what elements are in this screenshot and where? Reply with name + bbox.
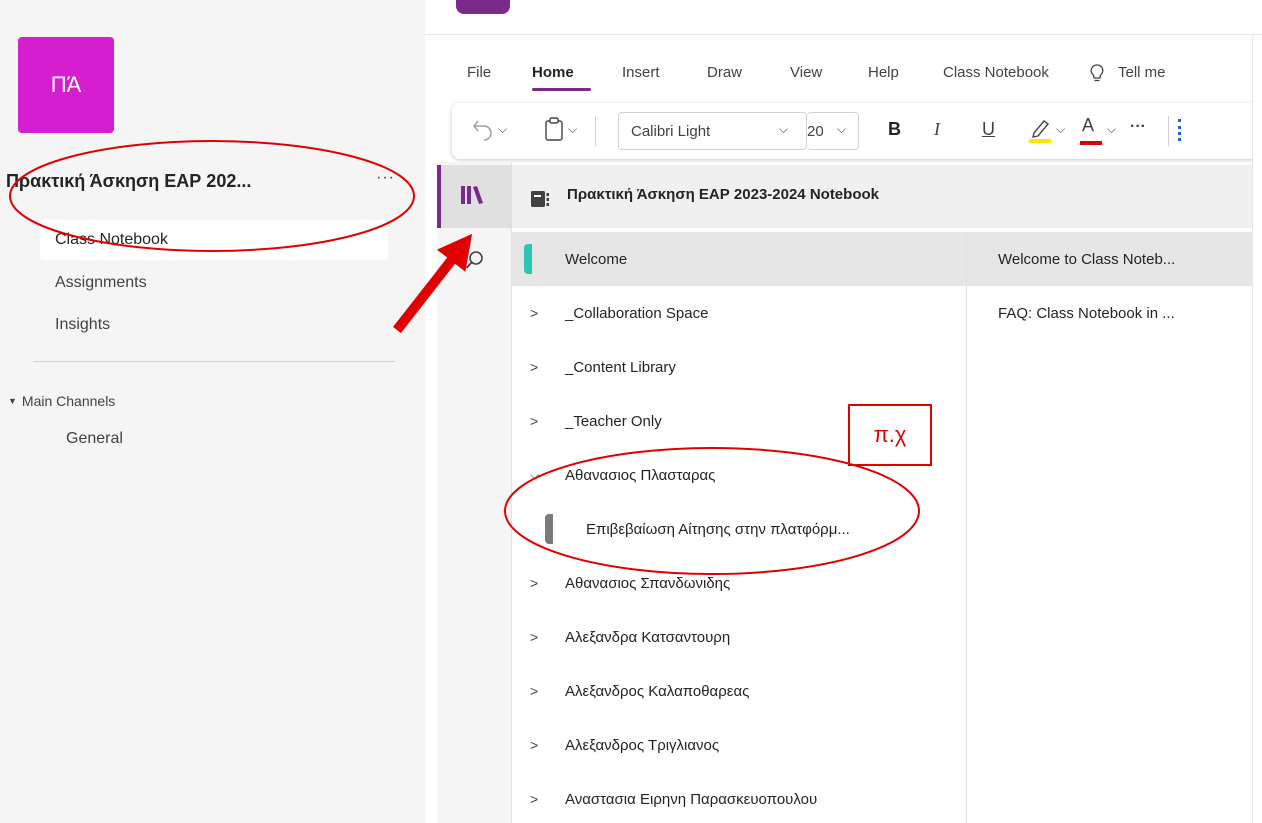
section-label: Επιβεβαίωση Αίτησης στην πλατφόρμ... — [586, 520, 850, 538]
menu-home[interactable]: Home — [532, 64, 574, 81]
divider — [33, 361, 395, 362]
team-nav-class-notebook[interactable]: Class Notebook — [40, 220, 388, 260]
app-accent-tab — [456, 0, 510, 14]
channels-header[interactable]: ▼ Main Channels — [8, 393, 115, 409]
channels-header-label: Main Channels — [21, 393, 116, 409]
team-more-options-icon[interactable]: ··· — [376, 169, 395, 187]
font-name-select[interactable]: Calibri Light ⌵ — [618, 112, 807, 150]
section-label: Αθανασιος Σπανδωνιδης — [565, 574, 731, 592]
chevron-right-icon[interactable]: > — [530, 683, 538, 699]
menu-view[interactable]: View — [790, 64, 822, 81]
team-nav-insights[interactable]: Insights — [40, 305, 388, 345]
notebook-icon — [530, 190, 550, 213]
bold-button[interactable]: B — [888, 119, 901, 140]
lightbulb-icon[interactable] — [1090, 64, 1104, 86]
page-faq-class-notebook[interactable]: FAQ: Class Notebook in ... — [967, 286, 1253, 340]
underline-button[interactable]: U — [982, 119, 995, 140]
page-list: Welcome to Class Noteb... FAQ: Class Not… — [966, 232, 1253, 823]
section-group-anastasia-paraskevopoulou[interactable]: > Αναστασια Ειρηνη Παρασκευοπουλου — [512, 772, 966, 823]
section-welcome[interactable]: Welcome — [512, 232, 966, 286]
chevron-right-icon[interactable]: > — [530, 575, 538, 591]
chevron-right-icon[interactable]: > — [530, 629, 538, 645]
section-color-tab — [524, 244, 532, 274]
section-group-alexandros-kalapothareas[interactable]: > Αλεξανδρος Καλαποθαρεας — [512, 664, 966, 718]
chevron-down-icon: ⌵ — [779, 122, 789, 136]
section-list: Welcome > _Collaboration Space > _Conten… — [512, 232, 966, 823]
menu-class-notebook[interactable]: Class Notebook — [943, 64, 1049, 81]
section-label: Αλεξανδρα Κατσαντουρη — [565, 628, 731, 646]
section-group-alexandra-katsantouri[interactable]: > Αλεξανδρα Κατσαντουρη — [512, 610, 966, 664]
menu-draw[interactable]: Draw — [707, 64, 742, 81]
clipboard-icon[interactable] — [544, 116, 564, 146]
menu-file[interactable]: File — [467, 64, 491, 81]
section-group-content-library[interactable]: > _Content Library — [512, 340, 966, 394]
section-label: Αναστασια Ειρηνη Παρασκευοπουλου — [565, 790, 818, 808]
tell-me-search[interactable]: Tell me — [1118, 64, 1166, 81]
font-color-dropdown-chevron-icon[interactable]: ⌵ — [1107, 122, 1116, 137]
section-group-athanasios-spandonidis[interactable]: > Αθανασιος Σπανδωνιδης — [512, 556, 966, 610]
chevron-down-icon: ⌵ — [837, 122, 847, 136]
top-strip — [425, 0, 1262, 35]
font-name-value: Calibri Light — [631, 123, 711, 140]
ribbon-toolbar: ⌵ ⌵ Calibri Light ⌵ 20 ⌵ B I U ⌵ A ⌵ ··· — [452, 103, 1262, 159]
search-icon[interactable] — [465, 250, 485, 275]
section-label: Αλεξανδρος Καλαποθαρεας — [565, 682, 750, 700]
section-label: _Collaboration Space — [565, 304, 709, 322]
undo-icon[interactable] — [472, 117, 494, 145]
section-label: _Content Library — [565, 358, 676, 376]
font-size-value: 20 — [807, 123, 824, 140]
section-group-collaboration-space[interactable]: > _Collaboration Space — [512, 286, 966, 340]
team-pane: ΠΆ Πρακτική Άσκηση ΕΑΡ 202... ··· Class … — [0, 0, 425, 823]
section-label: Αλεξανδρος Τριγλιανος — [565, 736, 720, 754]
notebook-title: Πρακτική Άσκηση ΕΑΡ 2023-2024 Notebook — [567, 186, 879, 203]
chevron-right-icon[interactable]: > — [530, 737, 538, 753]
chevron-right-icon[interactable]: > — [530, 359, 538, 375]
chevron-right-icon[interactable]: > — [530, 305, 538, 321]
rail-selected-indicator — [437, 165, 441, 228]
team-avatar[interactable]: ΠΆ — [18, 37, 114, 133]
menu-bar: File Home Insert Draw View Help Class No… — [445, 55, 1262, 100]
team-nav-assignments[interactable]: Assignments — [40, 263, 388, 303]
highlighter-icon[interactable] — [1028, 115, 1052, 149]
paste-dropdown-chevron-icon[interactable]: ⌵ — [568, 122, 577, 137]
section-group-alexandros-triglianos[interactable]: > Αλεξανδρος Τριγλιανος — [512, 718, 966, 772]
font-color-button[interactable]: A — [1082, 115, 1094, 136]
font-size-select[interactable]: 20 ⌵ — [807, 112, 859, 150]
italic-button[interactable]: I — [934, 119, 940, 140]
page-welcome-to-class-notebook[interactable]: Welcome to Class Noteb... — [967, 232, 1253, 286]
menu-help[interactable]: Help — [868, 64, 899, 81]
section-label: _Teacher Only — [565, 412, 662, 430]
channel-general[interactable]: General — [66, 430, 123, 448]
team-name[interactable]: Πρακτική Άσκηση ΕΑΡ 202... — [6, 171, 251, 192]
chevron-right-icon[interactable]: > — [530, 791, 538, 807]
caret-down-icon: ▼ — [8, 396, 17, 406]
annotation-label: π.χ — [848, 404, 932, 466]
menu-insert[interactable]: Insert — [622, 64, 660, 81]
font-color-glyph: A — [1082, 115, 1095, 135]
font-color-swatch — [1080, 141, 1102, 145]
more-options-icon[interactable]: ··· — [1130, 118, 1146, 136]
section-label: Αθανασιος Πλασταρας — [565, 466, 716, 484]
active-tab-underline — [532, 88, 591, 91]
section-color-tab — [545, 514, 553, 544]
undo-dropdown-chevron-icon[interactable]: ⌵ — [498, 122, 507, 137]
library-icon[interactable] — [460, 184, 484, 211]
overflow-handle-icon[interactable] — [1178, 119, 1181, 141]
chevron-down-icon[interactable]: ⌵ — [530, 468, 539, 483]
section-label: Welcome — [565, 250, 628, 268]
content-edge — [1252, 35, 1262, 823]
section-confirmation[interactable]: Επιβεβαίωση Αίτησης στην πλατφόρμ... — [512, 502, 966, 556]
chevron-right-icon[interactable]: > — [530, 413, 538, 429]
highlight-dropdown-chevron-icon[interactable]: ⌵ — [1056, 122, 1065, 137]
